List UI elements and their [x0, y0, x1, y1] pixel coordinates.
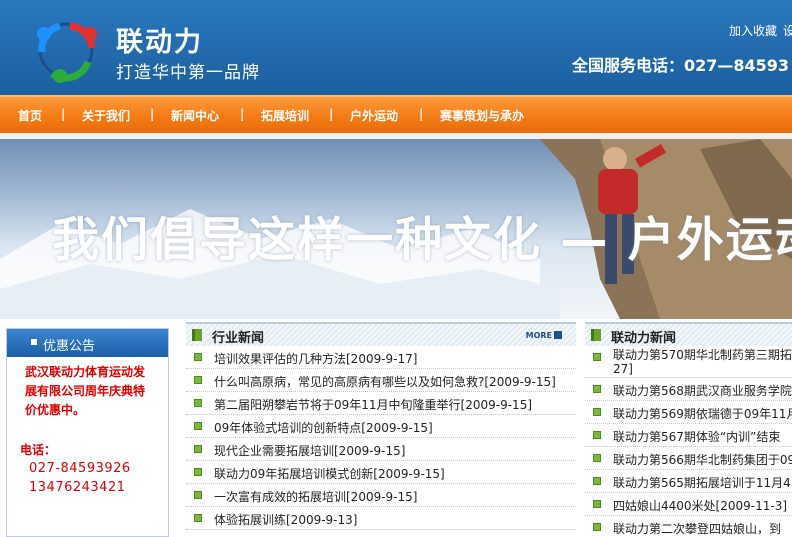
news-link[interactable]: 联动力第568期武汉商业服务学院: [613, 382, 792, 399]
list-item[interactable]: 联动力第565期拓展培训于11月4: [585, 470, 792, 493]
news-link[interactable]: 09年体验式培训的创新特点[2009-9-15]: [214, 419, 433, 436]
nav-training[interactable]: 拓展培训: [261, 107, 309, 124]
logo-icon[interactable]: [30, 14, 102, 84]
nav-about[interactable]: 关于我们: [82, 107, 130, 124]
plus-icon: [194, 376, 202, 384]
list-item[interactable]: 联动力第二次攀登四姑娘山，到: [585, 516, 792, 537]
list-item[interactable]: 联动力第568期武汉商业服务学院: [585, 378, 792, 401]
company-news-header: 联动力新闻: [585, 322, 792, 346]
plus-icon: [593, 353, 601, 361]
list-item[interactable]: 四姑娘山4400米处[2009-11-3]: [585, 493, 792, 516]
news-link[interactable]: 一次富有成效的拓展培训[2009-9-15]: [214, 488, 417, 505]
list-item[interactable]: 体验拓展训练[2009-9-13]: [186, 507, 576, 530]
list-item[interactable]: 现代企业需要拓展培训[2009-9-15]: [186, 438, 576, 461]
list-item[interactable]: 联动力09年拓展培训模式创新[2009-9-15]: [186, 461, 576, 484]
nav-separator: |: [329, 107, 334, 121]
plus-icon: [593, 523, 601, 531]
plus-icon: [194, 445, 202, 453]
nav-home[interactable]: 首页: [18, 107, 42, 124]
nav-outdoor[interactable]: 户外运动: [350, 107, 398, 124]
plus-icon: [593, 408, 601, 416]
list-item[interactable]: 什么叫高原病，常见的高原病有哪些以及如何急救?[2009-9-15]: [186, 369, 576, 392]
list-item[interactable]: 一次富有成效的拓展培训[2009-9-15]: [186, 484, 576, 507]
plus-icon: [194, 422, 202, 430]
promo-panel-header: 优惠公告: [7, 329, 168, 357]
more-button[interactable]: MORE: [526, 331, 562, 340]
plus-icon: [194, 491, 202, 499]
company-news-title: 联动力新闻: [611, 331, 677, 346]
news-link[interactable]: 体验拓展训练[2009-9-13]: [214, 511, 357, 528]
list-item[interactable]: 09年体验式培训的创新特点[2009-9-15]: [186, 415, 576, 438]
set-homepage-link[interactable]: 设: [783, 24, 792, 38]
add-favorite-link[interactable]: 加入收藏: [729, 24, 777, 38]
contact-phone: 027-84593926: [29, 461, 131, 476]
industry-news-title: 行业新闻: [212, 331, 265, 346]
square-bullet-icon: [31, 339, 37, 345]
news-link[interactable]: 第二届阳朔攀岩节将于09年11月中旬隆重举行[2009-9-15]: [214, 396, 532, 413]
nav-separator: |: [150, 107, 155, 121]
more-label: MORE: [525, 331, 552, 340]
site-header: 联动力 打造华中第一品牌 加入收藏设 全国服务电话：027—84593: [0, 0, 792, 95]
banner-slogan: 我们倡导这样一种文化 — 户外运动: [52, 213, 792, 268]
industry-news-header: 行业新闻 MORE: [186, 322, 576, 346]
promo-panel-title: 优惠公告: [43, 339, 96, 354]
promo-text: 武汉联动力体育运动发展有限公司周年庆典特价优惠中。: [25, 365, 146, 417]
news-link[interactable]: 培训效果评估的几种方法[2009-9-17]: [214, 350, 417, 367]
news-link[interactable]: 联动力09年拓展培训模式创新[2009-9-15]: [214, 465, 445, 482]
plus-icon: [194, 353, 202, 361]
nav-events[interactable]: 赛事策划与承办: [440, 107, 524, 124]
news-link[interactable]: 现代企业需要拓展培训[2009-9-15]: [214, 442, 405, 459]
list-item[interactable]: 联动力第567期体验“内训”结束: [585, 424, 792, 447]
nav-separator: |: [61, 107, 66, 121]
plus-icon: [194, 468, 202, 476]
news-link[interactable]: 什么叫高原病，常见的高原病有哪些以及如何急救?[2009-9-15]: [214, 373, 556, 390]
list-item[interactable]: 第二届阳朔攀岩节将于09年11月中旬隆重举行[2009-9-15]: [186, 392, 576, 415]
plus-icon: [194, 514, 202, 522]
plus-icon: [593, 477, 601, 485]
news-link[interactable]: 联动力第569期依瑞德于09年11月: [613, 405, 792, 422]
industry-news-section: 行业新闻 MORE 培训效果评估的几种方法[2009-9-17] 什么叫高原病，…: [186, 322, 576, 530]
list-item[interactable]: 联动力第570期华北制药第三期拓27]: [585, 346, 792, 378]
main-nav: 首页 | 关于我们 | 新闻中心 | 拓展培训 | 户外运动 | 赛事策划与承办: [0, 95, 792, 133]
plus-icon: [593, 385, 601, 393]
nav-separator: |: [240, 107, 245, 121]
news-link[interactable]: 联动力第567期体验“内训”结束: [613, 428, 780, 445]
plus-icon: [593, 431, 601, 439]
section-marker-icon: [591, 329, 601, 341]
news-link[interactable]: 联动力第566期华北制药集团于09: [613, 451, 792, 468]
brand-name: 联动力: [116, 27, 203, 58]
plus-icon: [593, 500, 601, 508]
news-link[interactable]: 联动力第565期拓展培训于11月4: [613, 474, 791, 491]
list-item[interactable]: 培训效果评估的几种方法[2009-9-17]: [186, 346, 576, 369]
news-link[interactable]: 联动力第二次攀登四姑娘山，到: [613, 520, 781, 537]
top-links: 加入收藏设: [729, 22, 792, 39]
promo-panel: 优惠公告 武汉联动力体育运动发展有限公司周年庆典特价优惠中。 电话： 027-8…: [6, 328, 169, 537]
company-news-section: 联动力新闻 联动力第570期华北制药第三期拓27] 联动力第568期武汉商业服务…: [585, 322, 792, 537]
plus-icon: [194, 399, 202, 407]
news-link[interactable]: 四姑娘山4400米处[2009-11-3]: [613, 497, 787, 514]
brand-slogan: 打造华中第一品牌: [116, 63, 260, 83]
nav-separator: |: [419, 107, 424, 121]
hero-banner: 我们倡导这样一种文化 — 户外运动: [0, 139, 792, 319]
list-item[interactable]: 联动力第569期依瑞德于09年11月: [585, 401, 792, 424]
contact-mobile: 13476243421: [29, 480, 126, 495]
service-phone: 全国服务电话：027—84593: [572, 56, 790, 75]
plus-icon: [593, 454, 601, 462]
news-link[interactable]: 联动力第570期华北制药第三期拓27]: [613, 348, 792, 376]
section-marker-icon: [192, 329, 202, 341]
list-item[interactable]: 联动力第566期华北制药集团于09: [585, 447, 792, 470]
contact-label: 电话：: [20, 443, 57, 457]
nav-news[interactable]: 新闻中心: [171, 107, 219, 124]
arrow-icon: [554, 331, 562, 339]
